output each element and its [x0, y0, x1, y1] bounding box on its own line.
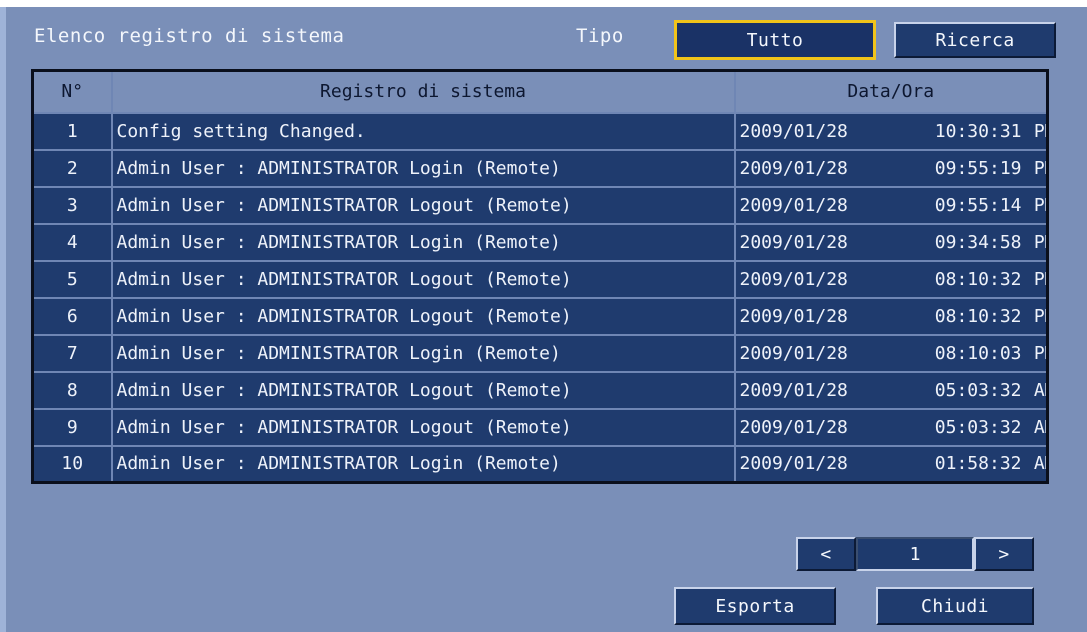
column-header-datetime: Data/Ora	[733, 69, 1049, 114]
page-number-field[interactable]: 1	[856, 537, 974, 571]
row-log-message: Admin User : ADMINISTRATOR Login (Remote…	[110, 222, 736, 262]
row-log-message: Admin User : ADMINISTRATOR Logout (Remot…	[110, 370, 736, 410]
row-date: 2009/01/28	[739, 305, 848, 327]
export-button[interactable]: Esporta	[674, 587, 836, 625]
row-ampm: PM	[1033, 120, 1046, 142]
row-ampm: PM	[1033, 268, 1046, 290]
row-datetime: 2009/01/28 05:03:32 AM	[733, 407, 1049, 447]
row-datetime: 2009/01/28 08:10:32 PM	[733, 296, 1049, 336]
row-time: 05:03:32	[934, 416, 1022, 438]
row-datetime: 2009/01/28 09:55:19 PM	[733, 148, 1049, 188]
row-datetime: 2009/01/28 10:30:31 PM	[733, 111, 1049, 151]
row-time: 08:10:32	[934, 268, 1022, 290]
row-number: 7	[31, 333, 113, 373]
row-time: 09:34:58	[934, 231, 1022, 253]
row-log-message: Admin User : ADMINISTRATOR Login (Remote…	[110, 148, 736, 188]
row-log-message: Admin User : ADMINISTRATOR Login (Remote…	[110, 444, 736, 484]
row-number: 3	[31, 185, 113, 225]
row-date: 2009/01/28	[739, 342, 848, 364]
table-row[interactable]: 9 Admin User : ADMINISTRATOR Logout (Remo…	[31, 407, 1049, 447]
row-time: 09:55:14	[934, 194, 1022, 216]
table-row[interactable]: 10 Admin User : ADMINISTRATOR Login (Remo…	[31, 444, 1049, 484]
row-time: 01:58:32	[934, 453, 1022, 475]
system-log-table: N° Registro di sistema Data/Ora 1 Config …	[31, 69, 1049, 484]
row-time: 08:10:32	[934, 305, 1022, 327]
row-time: 09:55:19	[934, 157, 1022, 179]
row-log-message: Admin User : ADMINISTRATOR Logout (Remot…	[110, 407, 736, 447]
row-number: 8	[31, 370, 113, 410]
row-ampm: AM	[1033, 379, 1046, 401]
table-header-row: N° Registro di sistema Data/Ora	[31, 69, 1049, 114]
row-log-message: Admin User : ADMINISTRATOR Logout (Remot…	[110, 296, 736, 336]
row-log-message: Config setting Changed.	[110, 111, 736, 151]
row-date: 2009/01/28	[739, 231, 848, 253]
row-date: 2009/01/28	[739, 120, 848, 142]
table-row[interactable]: 2 Admin User : ADMINISTRATOR Login (Remot…	[31, 148, 1049, 188]
row-datetime: 2009/01/28 08:10:03 PM	[733, 333, 1049, 373]
row-ampm: AM	[1033, 416, 1046, 438]
row-number: 2	[31, 148, 113, 188]
next-page-button[interactable]: >	[974, 537, 1034, 571]
row-date: 2009/01/28	[739, 379, 848, 401]
row-number: 1	[31, 111, 113, 151]
row-log-message: Admin User : ADMINISTRATOR Login (Remote…	[110, 333, 736, 373]
prev-page-button[interactable]: <	[796, 537, 856, 571]
row-log-message: Admin User : ADMINISTRATOR Logout (Remot…	[110, 185, 736, 225]
row-number: 4	[31, 222, 113, 262]
row-datetime: 2009/01/28 01:58:32 AM	[733, 444, 1049, 484]
column-header-number: N°	[31, 69, 113, 114]
row-ampm: PM	[1033, 342, 1046, 364]
row-ampm: AM	[1033, 453, 1046, 475]
search-button[interactable]: Ricerca	[894, 22, 1056, 58]
table-row[interactable]: 8 Admin User : ADMINISTRATOR Logout (Remo…	[31, 370, 1049, 410]
type-select[interactable]: Tutto	[674, 20, 876, 60]
type-label: Tipo	[576, 25, 624, 47]
row-date: 2009/01/28	[739, 453, 848, 475]
row-datetime: 2009/01/28 09:55:14 PM	[733, 185, 1049, 225]
row-time: 08:10:03	[934, 342, 1022, 364]
row-ampm: PM	[1033, 231, 1046, 253]
row-number: 5	[31, 259, 113, 299]
table-row[interactable]: 5 Admin User : ADMINISTRATOR Logout (Remo…	[31, 259, 1049, 299]
row-time: 05:03:32	[934, 379, 1022, 401]
row-date: 2009/01/28	[739, 194, 848, 216]
row-datetime: 2009/01/28 09:34:58 PM	[733, 222, 1049, 262]
row-number: 9	[31, 407, 113, 447]
table-row[interactable]: 4 Admin User : ADMINISTRATOR Login (Remot…	[31, 222, 1049, 262]
row-date: 2009/01/28	[739, 416, 848, 438]
table-row[interactable]: 3 Admin User : ADMINISTRATOR Logout (Remo…	[31, 185, 1049, 225]
table-row[interactable]: 1 Config setting Changed. 2009/01/28 10:30:…	[31, 111, 1049, 151]
table-row[interactable]: 7 Admin User : ADMINISTRATOR Login (Remot…	[31, 333, 1049, 373]
row-ampm: PM	[1033, 305, 1046, 327]
row-number: 6	[31, 296, 113, 336]
row-ampm: PM	[1033, 194, 1046, 216]
row-time: 10:30:31	[934, 120, 1022, 142]
row-number: 10	[31, 444, 113, 484]
row-date: 2009/01/28	[739, 157, 848, 179]
row-ampm: PM	[1033, 157, 1046, 179]
table-row[interactable]: 6 Admin User : ADMINISTRATOR Logout (Remo…	[31, 296, 1049, 336]
column-header-log: Registro di sistema	[110, 69, 736, 114]
row-datetime: 2009/01/28 08:10:32 PM	[733, 259, 1049, 299]
row-date: 2009/01/28	[739, 268, 848, 290]
close-button[interactable]: Chiudi	[876, 587, 1034, 625]
row-datetime: 2009/01/28 05:03:32 AM	[733, 370, 1049, 410]
dialog-title: Elenco registro di sistema	[34, 25, 345, 47]
row-log-message: Admin User : ADMINISTRATOR Logout (Remot…	[110, 259, 736, 299]
